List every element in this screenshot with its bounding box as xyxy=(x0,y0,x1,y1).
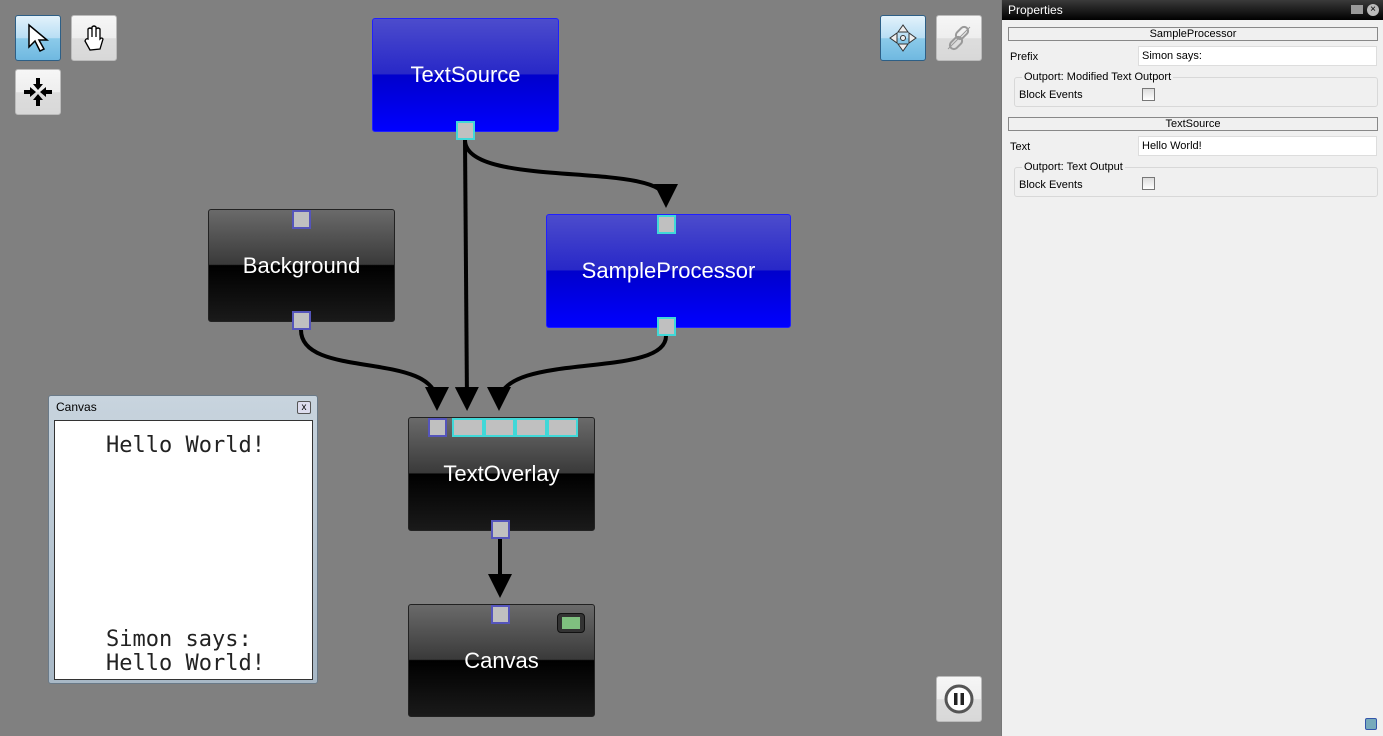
multiport-slot[interactable] xyxy=(546,418,578,437)
edge-textsource-sampleprocessor[interactable] xyxy=(463,139,678,208)
edge-sampleprocessor-textoverlay[interactable] xyxy=(487,335,668,411)
block-events-checkbox[interactable] xyxy=(1142,88,1155,101)
node-textsource[interactable]: TextSource xyxy=(372,18,559,132)
multiport-slot[interactable] xyxy=(483,418,515,437)
pan-tool-button[interactable] xyxy=(71,15,117,61)
edge-background-textoverlay[interactable] xyxy=(299,329,449,411)
help-icon[interactable] xyxy=(1365,718,1377,730)
canvas-inport[interactable] xyxy=(491,605,510,624)
background-inport[interactable] xyxy=(292,210,311,229)
arrow-cursor-icon xyxy=(28,23,50,53)
textsource-outport[interactable] xyxy=(456,121,475,140)
node-label: Canvas xyxy=(464,647,539,673)
sampleprocessor-inport[interactable] xyxy=(657,215,676,234)
panel-title-bar: Properties × xyxy=(1002,0,1383,20)
pause-icon xyxy=(944,684,974,714)
multiport-slot[interactable] xyxy=(452,418,484,437)
section-header[interactable]: TextSource xyxy=(1008,117,1378,131)
properties-panel: Properties × SampleProcessor Prefix Simo… xyxy=(1001,0,1383,736)
canvas-toggle-button[interactable] xyxy=(557,613,585,633)
fit-to-view-button[interactable] xyxy=(15,69,61,115)
textoverlay-multiport[interactable] xyxy=(452,418,578,437)
multiport-slot[interactable] xyxy=(515,418,547,437)
close-button[interactable]: x xyxy=(297,401,311,414)
node-label: TextSource xyxy=(410,62,521,87)
text-label: Text xyxy=(1010,141,1031,153)
output-line: Simon says: xyxy=(106,627,252,652)
block-events-checkbox[interactable] xyxy=(1142,177,1155,190)
canvas-window[interactable]: Canvas x Hello World! Simon says: Hello … xyxy=(48,395,318,684)
node-label: Background xyxy=(242,252,361,278)
group-label: Outport: Modified Text Outport xyxy=(1022,71,1174,83)
hand-icon xyxy=(84,25,104,51)
group-label: Outport: Text Output xyxy=(1022,161,1125,173)
window-title: Canvas xyxy=(56,400,97,414)
output-line: Hello World! xyxy=(106,651,265,676)
select-tool-button[interactable] xyxy=(15,15,61,61)
move-tool-button[interactable] xyxy=(880,15,926,61)
textoverlay-inport[interactable] xyxy=(428,418,447,437)
node-label: SampleProcessor xyxy=(581,258,756,283)
panel-title: Properties xyxy=(1008,3,1063,17)
block-events-label: Block Events xyxy=(1019,179,1083,191)
output-line: Hello World! xyxy=(106,433,265,458)
prefix-label: Prefix xyxy=(1010,51,1039,63)
link-tool-button[interactable] xyxy=(936,15,982,61)
background-outport[interactable] xyxy=(292,311,311,330)
move-arrows-icon xyxy=(889,24,917,52)
section-header[interactable]: SampleProcessor xyxy=(1008,27,1378,41)
prefix-input[interactable]: Simon says: xyxy=(1138,46,1377,66)
edge-textsource-textoverlay[interactable] xyxy=(454,139,479,411)
node-label: TextOverlay xyxy=(443,461,560,486)
fit-to-view-icon xyxy=(24,78,52,106)
canvas-output: Hello World! Simon says: Hello World! xyxy=(54,420,313,680)
block-events-label: Block Events xyxy=(1019,89,1083,101)
pause-button[interactable] xyxy=(936,676,982,722)
green-indicator-icon xyxy=(562,617,580,629)
chain-link-icon xyxy=(947,25,971,51)
close-icon[interactable]: × xyxy=(1367,4,1379,16)
textoverlay-outport[interactable] xyxy=(491,520,510,539)
sampleprocessor-outport[interactable] xyxy=(657,317,676,336)
text-input[interactable]: Hello World! xyxy=(1138,136,1377,156)
float-icon[interactable] xyxy=(1351,5,1363,14)
